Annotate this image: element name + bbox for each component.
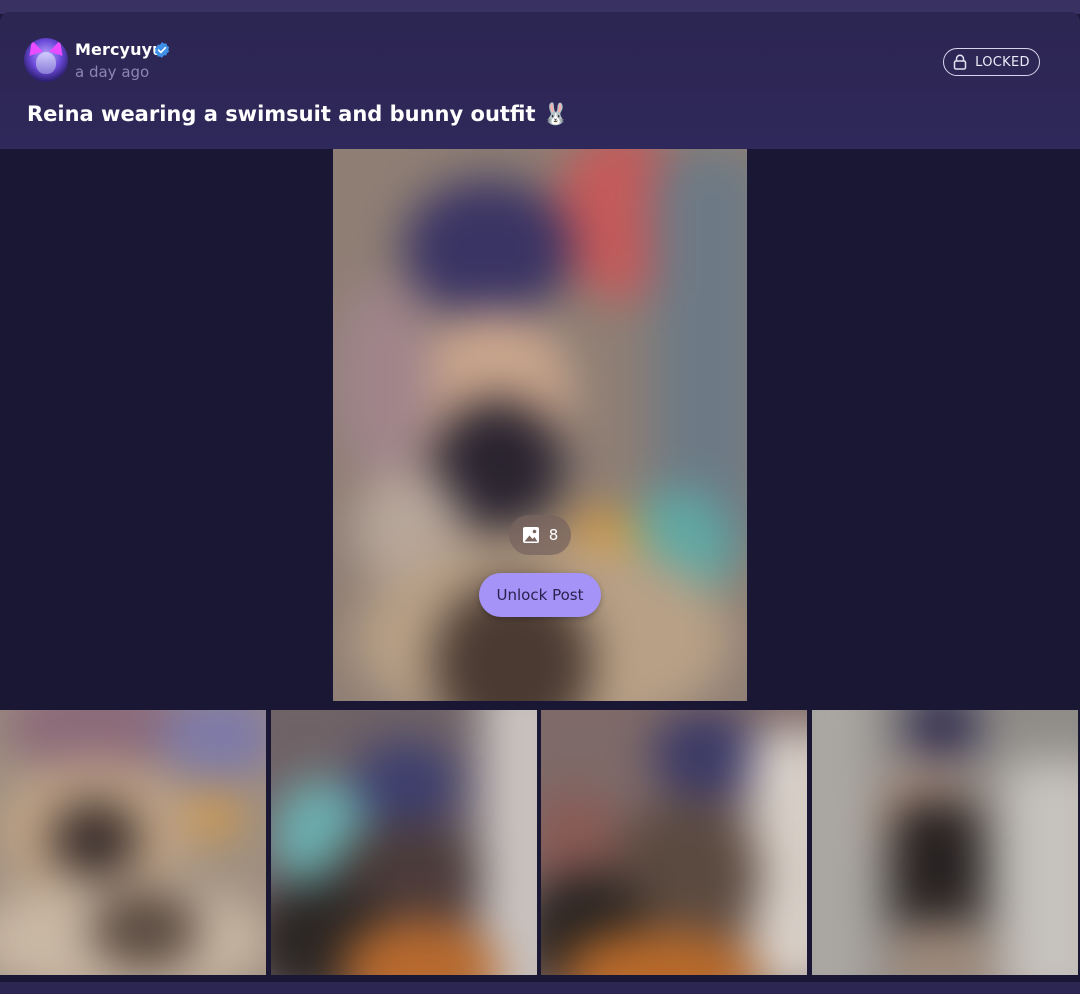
thumbnail-4[interactable] [812,710,1078,975]
locked-status-badge: LOCKED [943,48,1040,76]
media-count: 8 [548,526,559,544]
thumbnail-blur [271,710,537,975]
thumbnail-blur [0,710,266,975]
page: Mercyuyu a day ago LOCKED Reina wearing … [0,0,1080,994]
post-card: Mercyuyu a day ago LOCKED Reina wearing … [0,12,1080,994]
lock-icon [953,54,967,70]
locked-label: LOCKED [975,54,1030,70]
post-header: Mercyuyu a day ago LOCKED Reina wearing … [0,12,1080,149]
post-timestamp: a day ago [75,63,150,81]
main-media-preview[interactable] [333,149,747,701]
thumbnail-1[interactable] [0,710,266,975]
media-count-badge: 8 [509,515,571,555]
blurred-preview [333,149,747,701]
card-bottom-edge [0,982,1080,994]
avatar-face [36,52,56,74]
unlock-post-button[interactable]: Unlock Post [479,573,601,617]
thumbnail-blur [541,710,807,975]
post-title: Reina wearing a swimsuit and bunny outfi… [27,102,569,126]
thumbnail-3[interactable] [541,710,807,975]
avatar[interactable] [24,38,68,82]
thumbnail-2[interactable] [271,710,537,975]
verified-check-icon [154,42,170,58]
author-name[interactable]: Mercyuyu [75,40,164,59]
image-icon [522,527,539,543]
thumbnail-blur [812,710,1078,975]
thumbnail-row [0,710,1080,975]
